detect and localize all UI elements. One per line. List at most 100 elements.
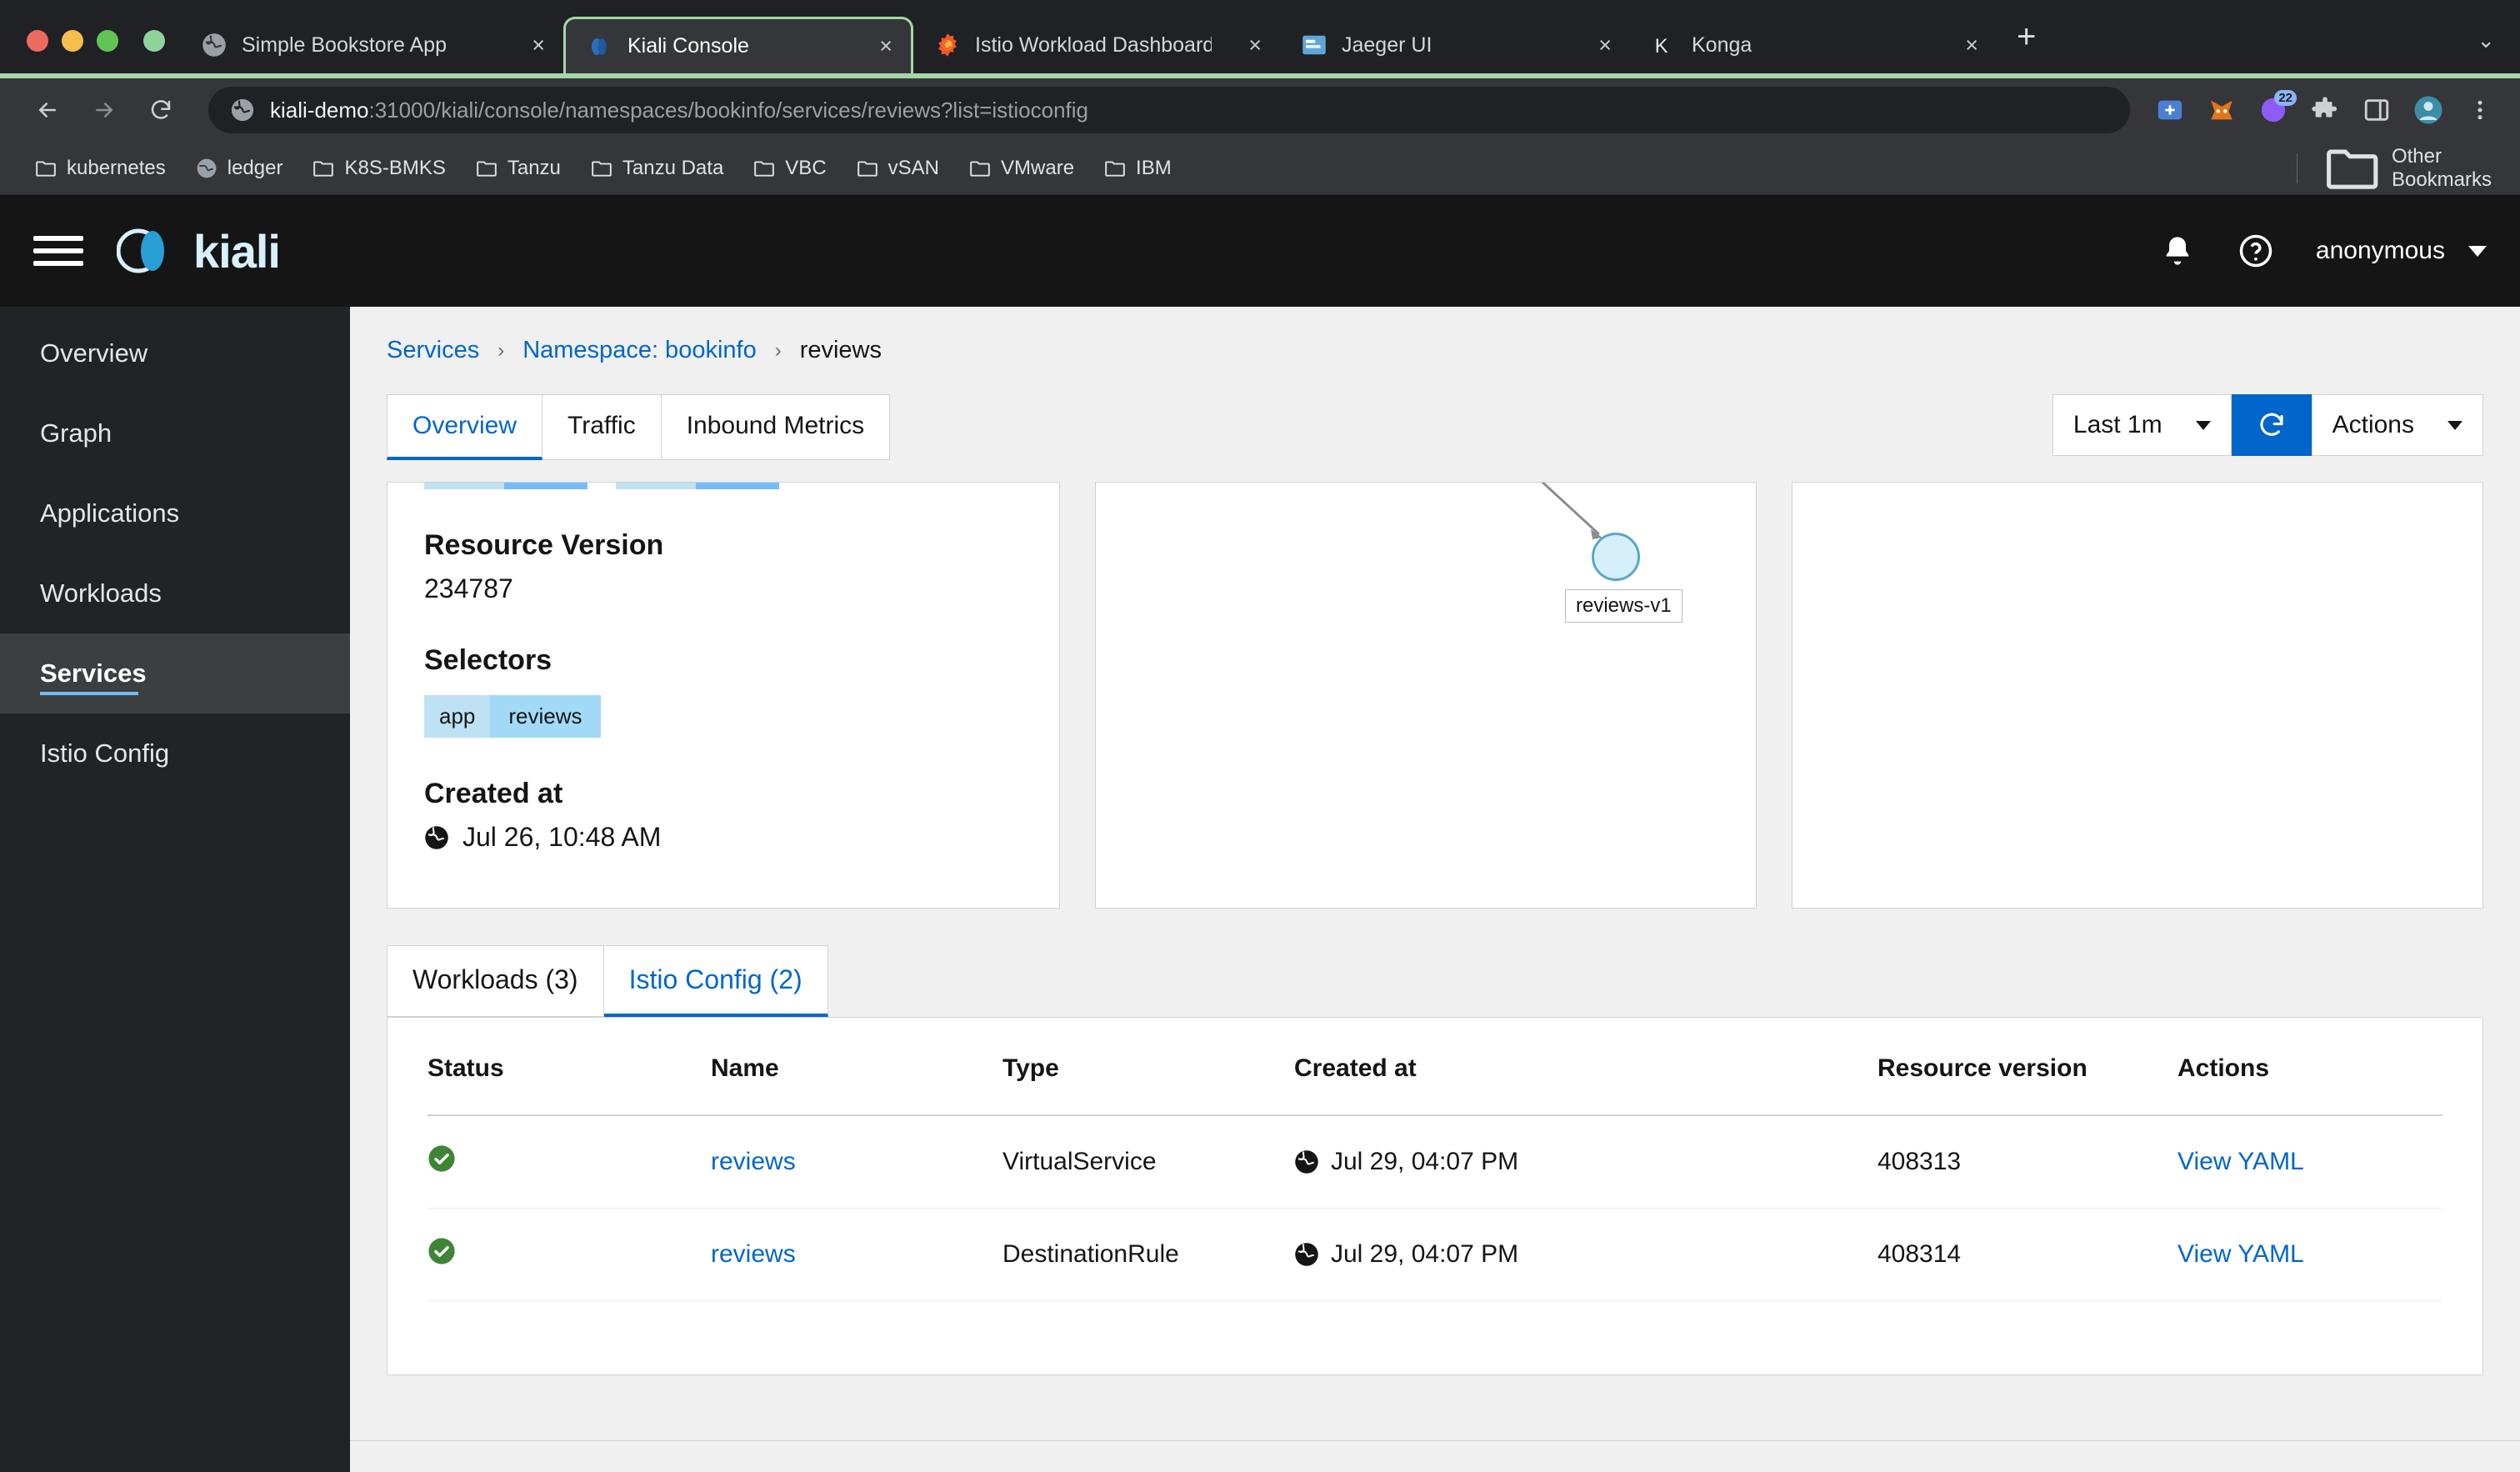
bookmark-tanzu[interactable]: Tanzu: [464, 152, 572, 185]
folder-icon: [592, 160, 612, 177]
folder-icon: [313, 160, 334, 177]
bookmark-kubernetes[interactable]: kubernetes: [23, 152, 178, 185]
kiali-logo-icon: [117, 228, 164, 273]
globe-icon: [202, 33, 226, 57]
folder-icon: [2326, 149, 2378, 189]
sidebar-item-istio-config[interactable]: Istio Config: [0, 713, 350, 794]
bookmark-vmware[interactable]: VMware: [958, 152, 1086, 185]
reload-icon[interactable]: [135, 84, 187, 136]
table-row: reviews DestinationRule Jul 29, 04:07 PM…: [428, 1208, 2442, 1301]
tab-inbound-metrics[interactable]: Inbound Metrics: [661, 394, 891, 460]
sidebar-item-applications[interactable]: Applications: [0, 473, 350, 553]
actions-menu[interactable]: Actions: [2311, 394, 2483, 456]
folder-icon: [754, 160, 775, 177]
browser-tab-jaeger-ui[interactable]: Jaeger UI ×: [1280, 17, 1630, 73]
window-controls[interactable]: [0, 30, 180, 73]
sidebar-item-services[interactable]: Services: [0, 633, 350, 713]
metamask-extension-icon[interactable]: [2203, 92, 2240, 128]
close-tab-button[interactable]: ×: [858, 35, 892, 58]
browser-tab-konga[interactable]: K Konga ×: [1630, 17, 1997, 73]
cell-name: reviews: [711, 1115, 1002, 1209]
view-yaml-link[interactable]: View YAML: [2178, 1148, 2304, 1175]
kiali-console: kiali anonymous Overview Graph Applicati…: [0, 195, 2520, 1472]
bookmark-vbc[interactable]: VBC: [742, 152, 838, 185]
user-menu[interactable]: anonymous: [2316, 237, 2487, 265]
sidebar-item-workloads[interactable]: Workloads: [0, 553, 350, 633]
cell-type: VirtualService: [1002, 1115, 1294, 1209]
bookmark-label: K8S-BMKS: [344, 156, 446, 179]
table-row: reviews VirtualService Jul 29, 04:07 PM …: [428, 1115, 2442, 1209]
hamburger-icon[interactable]: [33, 236, 83, 266]
browser-tab-istio-workload-dashboard[interactable]: Istio Workload Dashboard - Gra ×: [913, 17, 1280, 73]
tab-istio-config[interactable]: Istio Config (2): [603, 945, 828, 1017]
notifications-extension-icon[interactable]: 22: [2255, 90, 2297, 128]
help-icon[interactable]: [2238, 233, 2274, 269]
kiali-icon: [592, 38, 607, 55]
table-header-row: Status Name Type Created at Resource ver…: [428, 1054, 2442, 1116]
bookmark-vsan[interactable]: vSAN: [845, 152, 951, 185]
config-name-link[interactable]: reviews: [711, 1148, 796, 1175]
refresh-icon: [2260, 413, 2283, 436]
bell-icon[interactable]: [2159, 233, 2196, 269]
bookmark-tanzu-data[interactable]: Tanzu Data: [579, 152, 735, 185]
sidebar-item-label: Workloads: [40, 578, 162, 608]
folder-icon: [36, 160, 56, 177]
sidebar-item-graph[interactable]: Graph: [0, 393, 350, 473]
profile-avatar[interactable]: [2410, 92, 2447, 128]
maximize-window-button[interactable]: [97, 30, 118, 52]
time-range-select[interactable]: Last 1m: [2052, 394, 2232, 456]
new-tab-button[interactable]: +: [1997, 20, 2056, 73]
refresh-button[interactable]: [2231, 394, 2312, 456]
close-tab-button[interactable]: ×: [1943, 33, 1978, 57]
cell-created-at: Jul 29, 04:07 PM: [1294, 1115, 1878, 1209]
detail-tabs: Overview Traffic Inbound Metrics: [387, 394, 891, 460]
tab-traffic[interactable]: Traffic: [542, 394, 662, 460]
tab-workloads[interactable]: Workloads (3): [387, 945, 604, 1017]
chevron-down-icon: [2195, 420, 2211, 430]
minimize-window-button[interactable]: [62, 30, 83, 52]
breadcrumb-namespace[interactable]: Namespace: bookinfo: [522, 337, 757, 364]
tab-search-button[interactable]: ⌄: [2477, 28, 2520, 73]
folder-icon: [1105, 160, 1125, 177]
bookmark-ibm[interactable]: IBM: [1092, 152, 1183, 185]
mini-graph-card[interactable]: reviews-v1: [1095, 482, 1757, 909]
sidebar-item-label: Istio Config: [40, 739, 170, 768]
browser-menu-icon[interactable]: [2462, 92, 2498, 128]
jaeger-icon: [1302, 35, 1326, 55]
back-icon[interactable]: [22, 84, 73, 136]
sidebar-item-overview[interactable]: Overview: [0, 313, 350, 393]
actions-label: Actions: [2332, 411, 2414, 438]
config-name-link[interactable]: reviews: [711, 1240, 796, 1268]
sidebar-item-label: Graph: [40, 418, 112, 448]
bookmark-label: Tanzu Data: [622, 156, 724, 179]
forward-icon[interactable]: [78, 84, 130, 136]
bookmark-label: Tanzu: [507, 156, 561, 179]
time-range-value: Last 1m: [2072, 411, 2162, 438]
globe-icon: [425, 825, 448, 849]
browser-tab-simple-bookstore-app[interactable]: Simple Bookstore App ×: [180, 17, 563, 73]
close-window-button[interactable]: [27, 30, 48, 52]
close-tab-button[interactable]: ×: [1577, 33, 1612, 57]
browser-tab-kiali-console[interactable]: Kiali Console ×: [563, 17, 913, 73]
check-circle-icon: [428, 1145, 455, 1172]
konga-icon: K: [1655, 35, 1668, 58]
address-bar[interactable]: kiali-demo:31000/kiali/console/namespace…: [208, 87, 2130, 133]
close-tab-button[interactable]: ×: [1227, 33, 1262, 57]
breadcrumb-services[interactable]: Services: [387, 337, 479, 364]
close-tab-button[interactable]: ×: [510, 33, 545, 57]
extensions-puzzle-icon[interactable]: [2307, 92, 2343, 128]
tab-group-indicator[interactable]: [143, 30, 165, 52]
cell-status: [428, 1115, 711, 1209]
kiali-logo[interactable]: kiali: [117, 224, 281, 278]
view-yaml-link[interactable]: View YAML: [2178, 1240, 2304, 1268]
graph-node-reviews-v1[interactable]: reviews-v1: [1565, 533, 1709, 623]
cell-resource-version: 408314: [1878, 1208, 2178, 1301]
tab-overview[interactable]: Overview: [387, 394, 543, 460]
bookmark-ledger[interactable]: ledger: [184, 152, 295, 185]
other-bookmarks[interactable]: Other Bookmarks: [2282, 140, 2497, 196]
site-info-globe-icon[interactable]: [230, 98, 255, 123]
screen-capture-extension-icon[interactable]: [2152, 92, 2188, 128]
bookmark-label: kubernetes: [67, 156, 166, 179]
sidepanel-icon[interactable]: [2358, 92, 2395, 128]
bookmark-k8s-bmks[interactable]: K8S-BMKS: [301, 152, 457, 185]
